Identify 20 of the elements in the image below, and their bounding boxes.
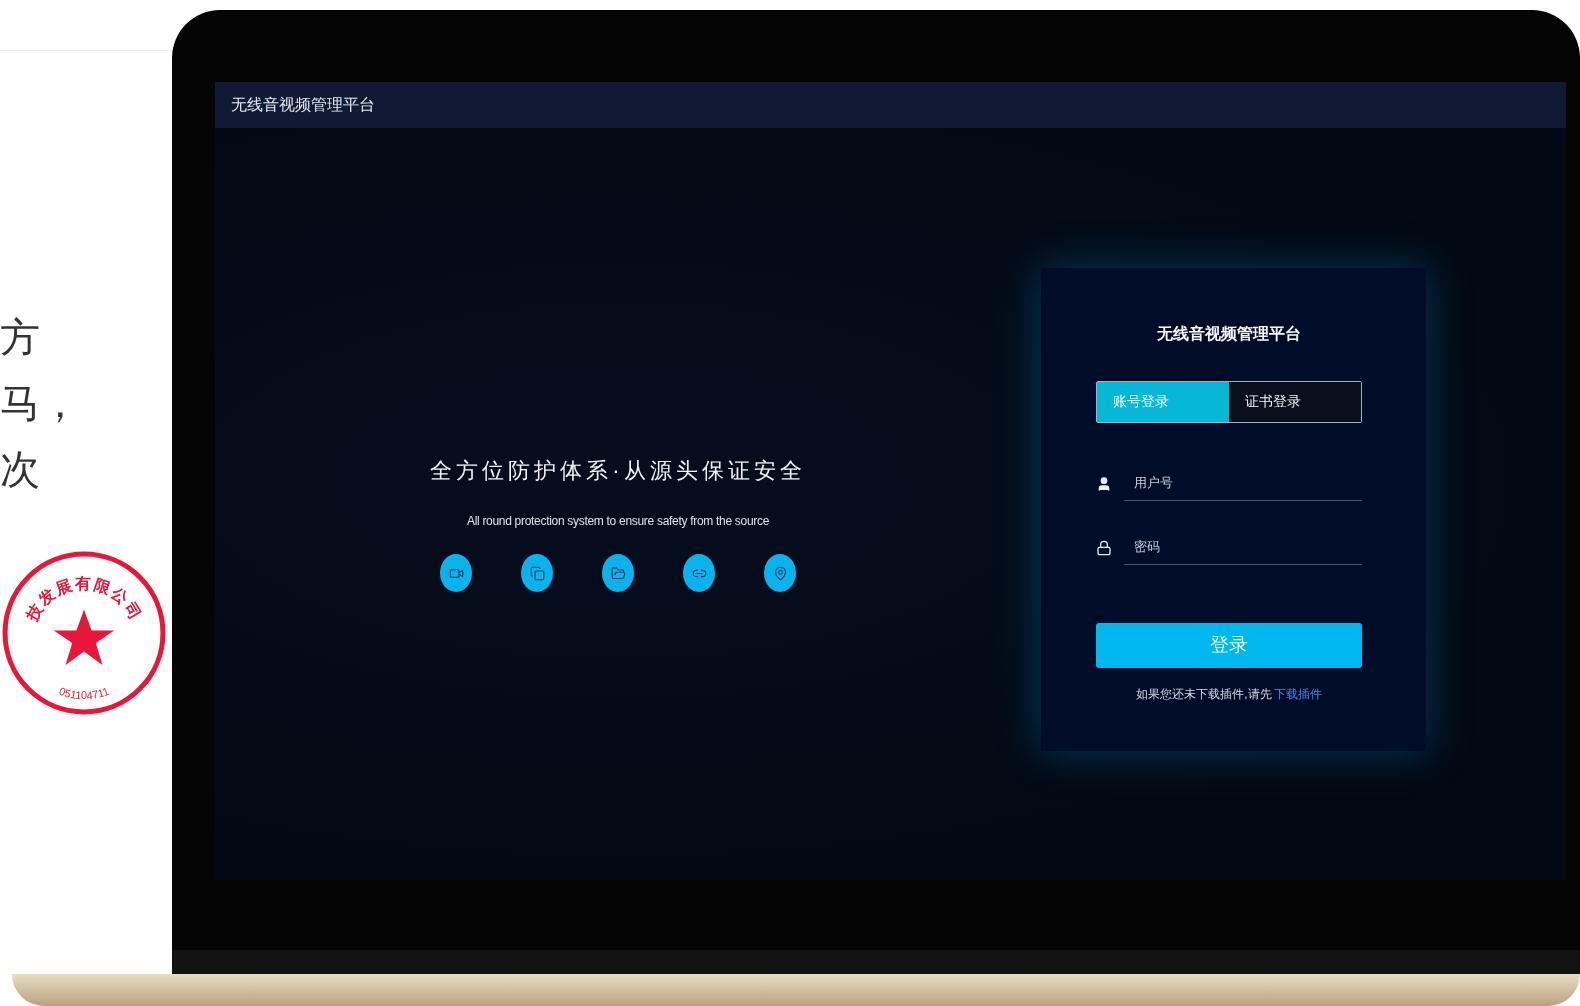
folder-icon[interactable]	[602, 554, 634, 592]
lock-icon	[1096, 539, 1112, 556]
app-title: 无线音视频管理平台	[215, 82, 1566, 128]
paragraph-text: 次	[0, 446, 41, 493]
password-field[interactable]: 密码	[1124, 530, 1362, 565]
login-title: 无线音视频管理平台	[1156, 323, 1302, 344]
copy-icon[interactable]	[521, 554, 553, 592]
camera-icon[interactable]	[440, 554, 472, 592]
paragraph-text: 方	[0, 314, 41, 361]
seal-stamp-drawing: 技发展有限公司 051104711	[0, 549, 168, 717]
slogan-subtitle: All round protection system to ensure safety from the source	[466, 514, 770, 528]
login-tab[interactable]: 证书登录	[1229, 381, 1361, 422]
download-plugin-link[interactable]: 下载插件	[1273, 685, 1322, 703]
paragraph-text: 马，	[0, 380, 81, 427]
plugin-hint: 如果您还未下载插件,请先	[1136, 685, 1272, 703]
location-pin-icon[interactable]	[764, 554, 796, 592]
user-icon	[1096, 475, 1112, 492]
link-icon[interactable]	[683, 554, 715, 592]
slogan-heading: 全方位防护体系·从源头保证安全	[430, 457, 806, 485]
username-field[interactable]: 用户号	[1124, 466, 1362, 501]
